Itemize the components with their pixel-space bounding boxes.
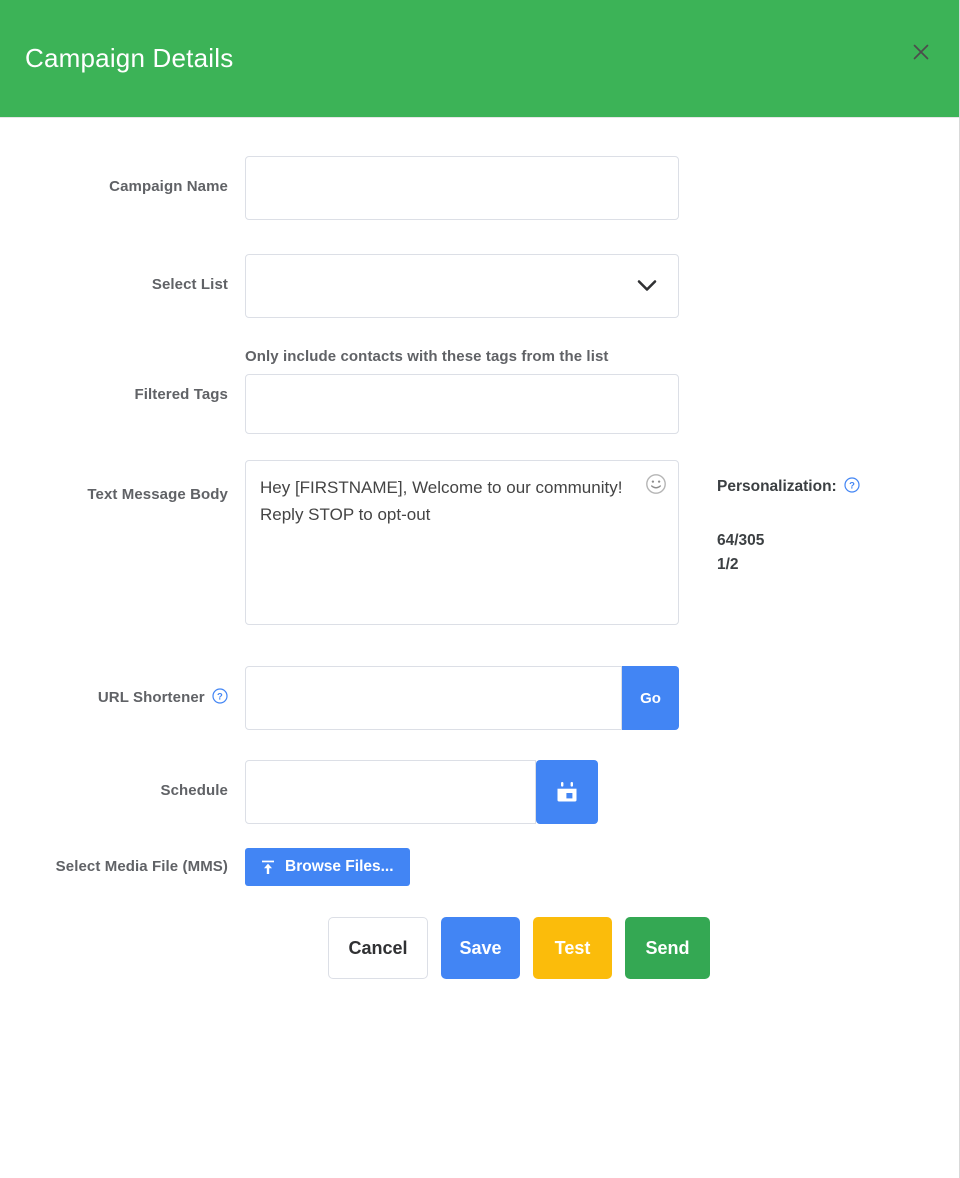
cancel-button[interactable]: Cancel bbox=[328, 917, 428, 979]
field-row-media-file: Select Media File (MMS) Browse Files... bbox=[0, 848, 959, 886]
select-list-dropdown[interactable] bbox=[245, 254, 679, 318]
text-message-body-textarea[interactable] bbox=[245, 460, 679, 625]
emoji-smiley-icon[interactable] bbox=[645, 473, 667, 495]
personalization-panel: Personalization: ? 64/305 1/2 bbox=[717, 460, 860, 630]
url-shortener-label: URL Shortener ? bbox=[0, 666, 245, 706]
media-file-label: Select Media File (MMS) bbox=[55, 858, 228, 875]
schedule-group bbox=[245, 760, 598, 824]
modal-body: Campaign Name Select List Filtered Tags … bbox=[0, 118, 959, 979]
url-shortener-group: Go bbox=[245, 666, 679, 730]
field-row-schedule: Schedule bbox=[0, 760, 959, 824]
field-row-filtered-tags: Filtered Tags Only include contacts with… bbox=[0, 348, 959, 434]
character-count: 64/305 bbox=[717, 532, 765, 549]
browse-files-button[interactable]: Browse Files... bbox=[245, 848, 410, 886]
browse-files-label: Browse Files... bbox=[285, 858, 394, 875]
campaign-details-modal: Campaign Details Campaign Name Select Li… bbox=[0, 0, 960, 1178]
filtered-tags-helper-text: Only include contacts with these tags fr… bbox=[245, 348, 609, 365]
personalization-row: Personalization: ? bbox=[717, 477, 860, 496]
campaign-name-label: Campaign Name bbox=[109, 178, 228, 195]
filtered-tags-label: Filtered Tags bbox=[134, 386, 228, 403]
test-button[interactable]: Test bbox=[533, 917, 612, 979]
text-message-body-label: Text Message Body bbox=[87, 486, 228, 503]
field-row-text-message-body: Text Message Body Person bbox=[0, 460, 959, 630]
select-list-label: Select List bbox=[151, 276, 228, 293]
url-shortener-go-button[interactable]: Go bbox=[622, 666, 679, 730]
send-button[interactable]: Send bbox=[625, 917, 710, 979]
upload-icon bbox=[261, 860, 275, 875]
personalization-counters: 64/305 1/2 bbox=[717, 529, 860, 577]
schedule-label: Schedule bbox=[160, 782, 228, 799]
save-button[interactable]: Save bbox=[441, 917, 520, 979]
close-icon[interactable] bbox=[907, 38, 935, 66]
campaign-name-input[interactable] bbox=[245, 156, 679, 220]
schedule-input[interactable] bbox=[245, 760, 536, 824]
field-row-campaign-name: Campaign Name bbox=[0, 156, 959, 220]
url-shortener-label-text: URL Shortener bbox=[97, 689, 205, 706]
field-row-select-list: Select List bbox=[0, 254, 959, 318]
help-circle-icon[interactable]: ? bbox=[212, 688, 228, 704]
action-buttons: Cancel Save Test Send bbox=[328, 917, 959, 979]
field-row-url-shortener: URL Shortener ? Go bbox=[0, 666, 959, 730]
segment-count: 1/2 bbox=[717, 556, 739, 574]
url-shortener-input[interactable] bbox=[245, 666, 622, 730]
schedule-calendar-button[interactable] bbox=[536, 760, 598, 824]
page-title: Campaign Details bbox=[25, 43, 234, 73]
calendar-icon bbox=[554, 779, 580, 805]
filtered-tags-input[interactable] bbox=[245, 374, 679, 434]
personalization-label: Personalization: bbox=[717, 478, 837, 495]
select-list-input[interactable] bbox=[245, 254, 679, 318]
svg-text:?: ? bbox=[849, 481, 855, 492]
svg-text:?: ? bbox=[217, 692, 223, 703]
modal-header: Campaign Details bbox=[0, 0, 959, 117]
help-circle-icon[interactable]: ? bbox=[844, 477, 860, 493]
